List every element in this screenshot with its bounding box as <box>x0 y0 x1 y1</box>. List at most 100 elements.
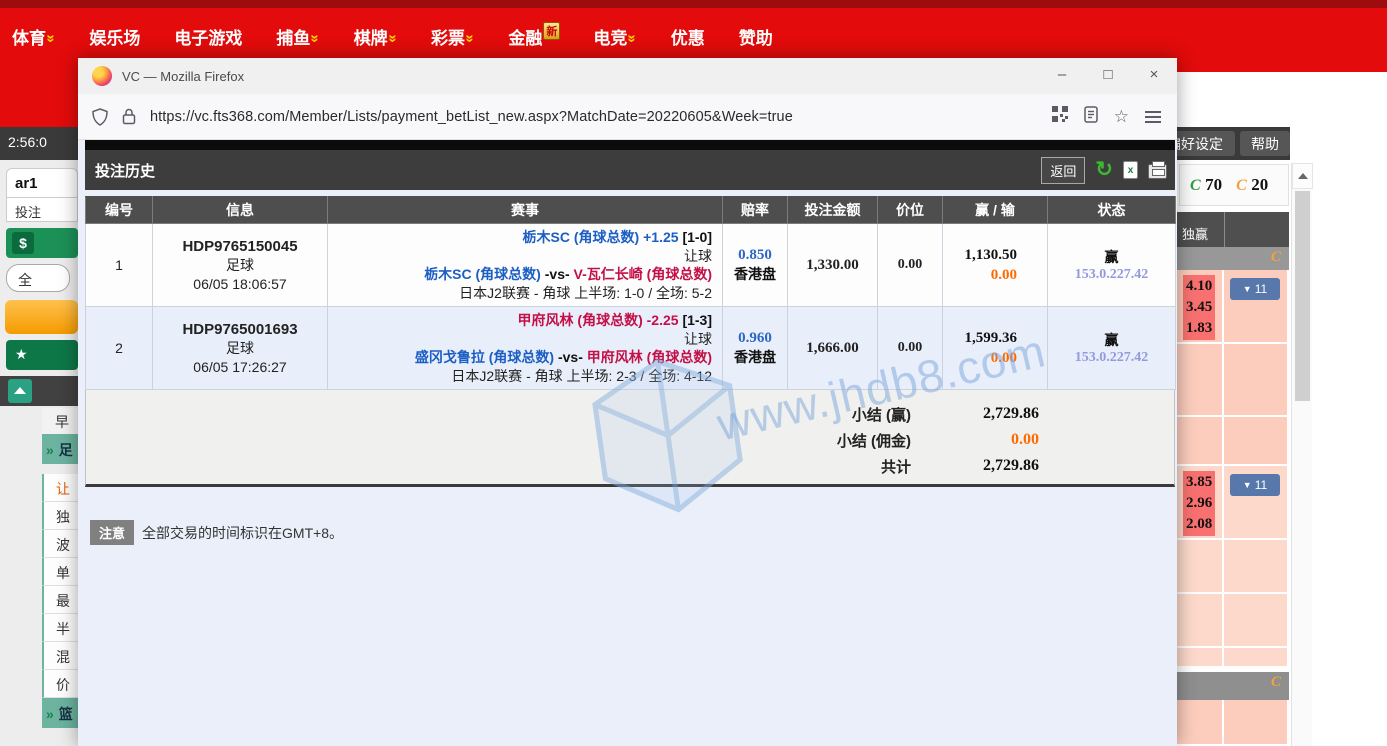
sidebar-section-football[interactable]: »足 <box>42 434 78 464</box>
counter-green: 70 <box>1205 175 1222 194</box>
sidebar-bet-link[interactable]: 投注 <box>6 198 78 222</box>
nav-item-esports[interactable]: 电竞» <box>593 24 636 49</box>
odds-cell[interactable]: 3.85 2.96 2.08 <box>1177 466 1224 538</box>
sidebar-item[interactable]: 半 <box>42 614 78 642</box>
nav-top-strip <box>0 0 1387 8</box>
bet-status: 赢 153.0.227.42 <box>1048 224 1176 307</box>
screen: 体育» 娱乐场 电子游戏 捕鱼» 棋牌» 彩票» 金融新 电竞» 优惠 赞助 2… <box>0 0 1387 746</box>
sidebar-item[interactable]: 波 <box>42 530 78 558</box>
username-tab[interactable]: ar1 <box>6 168 78 198</box>
bet-info: HDP9765001693 足球 06/05 17:26:27 <box>153 307 328 390</box>
arrow-icon: » <box>46 442 54 458</box>
sidebar-item[interactable]: 价 <box>42 670 78 698</box>
bet-amount: 1,330.00 <box>788 224 878 307</box>
summary-commission-row: 小结 (佣金) 0.00 <box>86 427 1039 453</box>
odds-cell[interactable] <box>1177 540 1224 592</box>
nav-item-boardgames[interactable]: 棋牌» <box>354 24 397 49</box>
odds-cell[interactable] <box>1224 594 1287 646</box>
bet-history-toolbar: 投注历史 返回 ↻ x <box>85 150 1175 190</box>
double-down-chevron-icon: » <box>307 34 324 42</box>
odds-cell[interactable] <box>1224 344 1287 415</box>
page-scrollbar[interactable] <box>1291 163 1312 746</box>
note-text: 全部交易的时间标识在GMT+8。 <box>142 523 343 543</box>
double-down-chevron-icon: » <box>624 34 641 42</box>
shield-icon[interactable] <box>92 108 108 126</box>
odds-cell[interactable] <box>1177 648 1224 666</box>
odds-cell[interactable] <box>1224 540 1287 592</box>
nav-item-lottery[interactable]: 彩票» <box>431 24 474 49</box>
sidebar-item-early[interactable]: 早 <box>42 408 78 434</box>
back-button[interactable]: 返回 <box>1041 157 1085 184</box>
odds-subheader: C <box>1177 247 1289 270</box>
odds-group-2[interactable]: 3.85 2.96 2.08 <box>1183 471 1215 536</box>
gmt-note: 注意 全部交易的时间标识在GMT+8。 <box>90 520 343 545</box>
close-button[interactable]: × <box>1131 58 1177 94</box>
menu-icon[interactable] <box>1145 111 1161 113</box>
bookmark-star-icon[interactable]: ☆ <box>1114 107 1129 127</box>
odds-cell[interactable] <box>1224 417 1287 464</box>
odds-cell[interactable] <box>1177 594 1224 646</box>
col-header-no: 编号 <box>86 197 153 224</box>
nav-item-promos[interactable]: 优惠 <box>671 24 705 49</box>
scrollbar-thumb[interactable] <box>1295 191 1310 401</box>
all-filter-button[interactable]: 全 <box>6 264 70 292</box>
sidebar-item[interactable]: 最 <box>42 586 78 614</box>
help-button[interactable]: 帮助 <box>1240 131 1290 156</box>
sidebar-item[interactable]: 独 <box>42 502 78 530</box>
nav-left-extension <box>0 72 78 127</box>
odds-cell[interactable] <box>1224 648 1287 666</box>
orange-banner[interactable] <box>5 300 78 334</box>
sidebar-item[interactable]: 混 <box>42 642 78 670</box>
export-excel-icon[interactable]: x <box>1123 161 1138 179</box>
bet-amount: 1,666.00 <box>788 307 878 390</box>
dropdown-icon: ▼ <box>1243 480 1252 490</box>
nav-item-sports[interactable]: 体育» <box>12 24 55 49</box>
minimize-button[interactable]: – <box>1039 58 1085 94</box>
maximize-button[interactable]: □ <box>1085 58 1131 94</box>
star-icon: ★ <box>15 346 28 362</box>
bet-match: 甲府风林 (角球总数) -2.25 [1-3] 让球 盛冈戈鲁拉 (角球总数) … <box>328 307 723 390</box>
refresh-icon[interactable]: ↻ <box>1095 160 1113 180</box>
refresh-c-icon[interactable]: C <box>1271 249 1281 266</box>
refresh-c-icon[interactable]: C <box>1271 674 1281 691</box>
collapse-bar <box>0 376 78 406</box>
more-odds-button[interactable]: ▼11 <box>1230 278 1280 300</box>
col-header-status: 状态 <box>1048 197 1176 224</box>
page-title: 投注历史 <box>95 160 155 181</box>
scroll-up-button[interactable] <box>1292 163 1313 189</box>
bet-history-table: 编号 信息 赛事 赔率 投注金额 价位 赢 / 输 状态 1 HDP976515… <box>85 196 1176 390</box>
print-icon[interactable] <box>1148 164 1167 179</box>
odds-cell[interactable] <box>1177 700 1224 744</box>
summary-win-row: 小结 (赢) 2,729.86 <box>86 401 1039 427</box>
col-header-winloss: 赢 / 输 <box>943 197 1048 224</box>
left-sidebar: ar1 投注 $ 全 ★ 早 »足 让 独 波 单 最 半 混 价 »篮 <box>0 160 78 746</box>
collapse-chevron-icon[interactable] <box>8 379 32 403</box>
double-down-chevron-icon: » <box>43 34 60 42</box>
nav-item-casino[interactable]: 娱乐场 <box>89 24 140 49</box>
odds-cell[interactable]: 4.10 3.45 1.83 <box>1177 270 1224 342</box>
url-input[interactable]: https://vc.fts368.com/Member/Lists/payme… <box>150 109 793 125</box>
odds-cell[interactable] <box>1224 700 1287 744</box>
sidebar-section-basketball[interactable]: »篮 <box>42 698 78 728</box>
lock-icon[interactable] <box>122 108 136 125</box>
more-odds-button[interactable]: ▼11 <box>1230 474 1280 496</box>
browser-navbar: https://vc.fts368.com/Member/Lists/payme… <box>78 94 1177 140</box>
favorites-button[interactable]: ★ <box>6 340 78 370</box>
sidebar-item[interactable]: 单 <box>42 558 78 586</box>
odds-group-1[interactable]: 4.10 3.45 1.83 <box>1183 275 1215 340</box>
arrow-icon: » <box>46 706 54 722</box>
reader-mode-icon[interactable] <box>1084 106 1098 128</box>
odds-cell[interactable] <box>1177 344 1224 415</box>
odds-cell: ▼11 <box>1224 466 1287 538</box>
cash-button[interactable]: $ <box>6 228 78 258</box>
bet-winloss: 1,599.36 0.00 <box>943 307 1048 390</box>
odds-cell[interactable] <box>1177 417 1224 464</box>
qr-grid-icon[interactable] <box>1052 106 1068 127</box>
summary-win-value: 2,729.86 <box>929 405 1039 423</box>
nav-item-finance[interactable]: 金融新 <box>508 24 559 49</box>
window-titlebar[interactable]: VC — Mozilla Firefox – □ × <box>78 58 1177 94</box>
nav-item-fishing[interactable]: 捕鱼» <box>276 24 319 49</box>
sidebar-item[interactable]: 让 <box>42 474 78 502</box>
nav-item-slots[interactable]: 电子游戏 <box>174 24 242 49</box>
nav-item-sponsor[interactable]: 赞助 <box>739 24 773 49</box>
